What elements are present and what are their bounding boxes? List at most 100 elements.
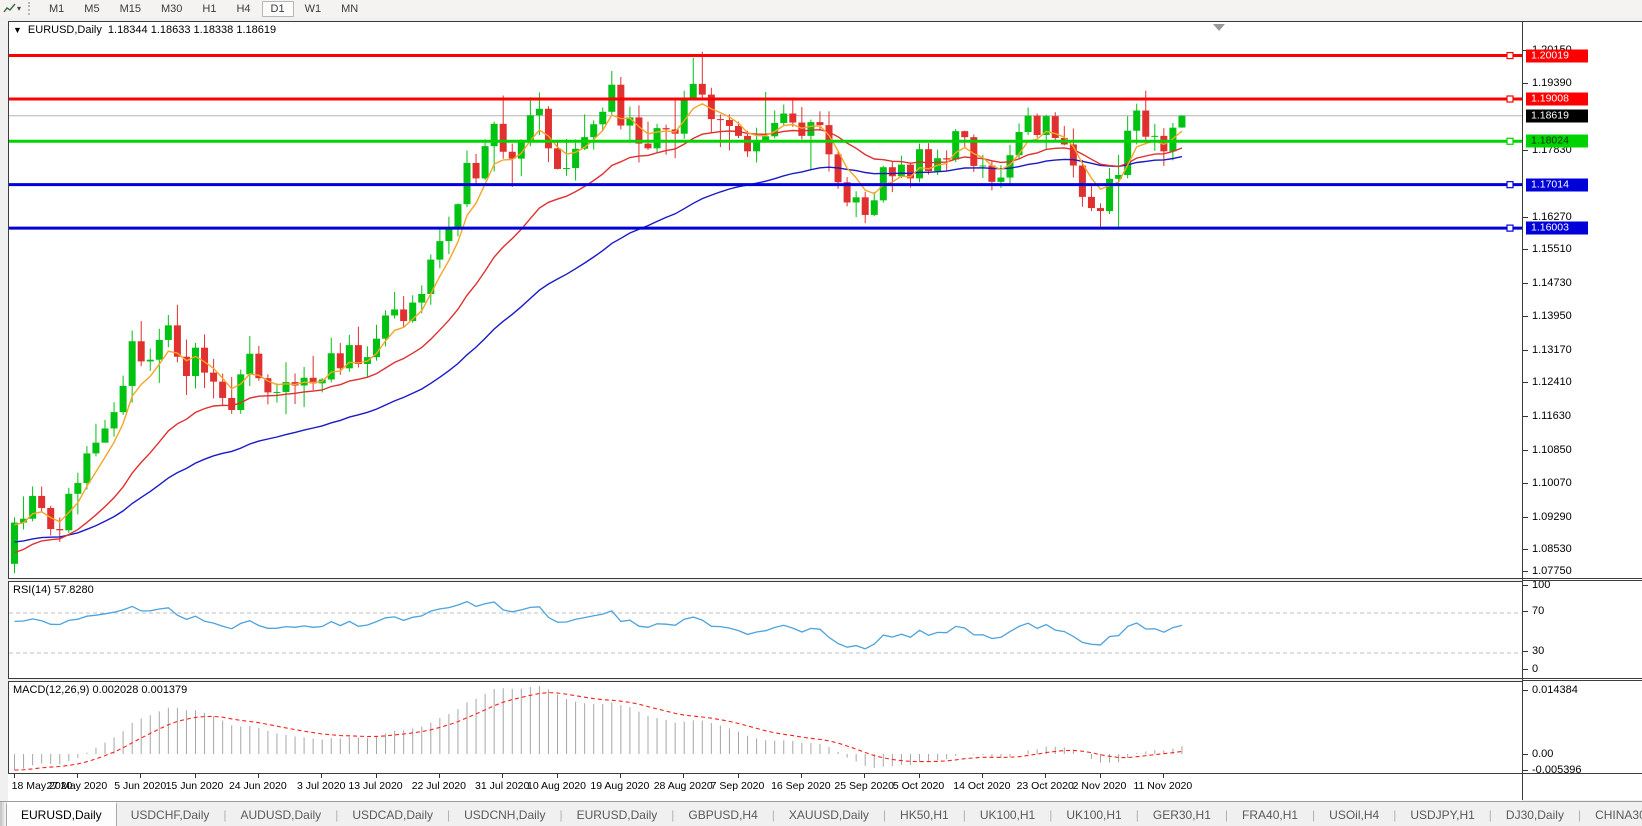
rsi-axis-label: 70 [1532,605,1544,617]
chart-tab-uk100-h1[interactable]: UK100,H1 [1052,802,1135,826]
chart-tab-uk100-h1[interactable]: UK100,H1 [966,802,1049,826]
price-tick [1523,450,1528,451]
timeframe-button-m30[interactable]: M30 [152,1,191,17]
price-tick-label: 1.07750 [1532,565,1572,577]
timeframe-button-m15[interactable]: M15 [111,1,150,17]
date-label: 28 Aug 2020 [654,780,713,792]
date-label: 2 Nov 2020 [1073,780,1127,792]
date-label: 27 May 2020 [46,780,107,792]
date-tick [683,774,684,778]
plot-column: ▼ EURUSD,Daily 1.18344 1.18633 1.18338 1… [8,21,1522,801]
price-tick-label: 1.19390 [1532,77,1572,89]
date-label: 22 Jul 2020 [412,780,466,792]
rsi-pane-canvas[interactable] [9,582,1523,678]
toolbar-grip[interactable] [28,2,35,15]
price-tick [1523,416,1528,417]
date-label: 19 Aug 2020 [590,780,649,792]
date-tick [502,774,503,778]
price-tick-label: 1.13170 [1532,344,1572,356]
timeframe-button-w1[interactable]: W1 [296,1,331,17]
rsi-pane[interactable]: RSI(14) 57.8280 [8,581,1522,679]
timeframe-button-m1[interactable]: M1 [40,1,73,17]
symbol-dropdown-icon[interactable]: ▼ [13,25,22,35]
date-tick [801,774,802,778]
level-price-badge: 1.20019 [1526,49,1588,62]
level-price-badge: 1.18024 [1526,135,1588,148]
price-tick-label: 1.08530 [1532,543,1572,555]
price-tick-label: 1.09290 [1532,511,1572,523]
timeframe-button-d1[interactable]: D1 [262,1,294,17]
chart-tab-audusd-daily[interactable]: AUDUSD,Daily [227,802,336,826]
chart-tab-china300-h1[interactable]: CHINA300,H1 [1581,802,1642,826]
chart-tab-xauusd-daily[interactable]: XAUUSD,Daily [775,802,883,826]
chart-tab-usdchf-daily[interactable]: USDCHF,Daily [117,802,224,826]
price-tick [1523,517,1528,518]
date-label: 5 Oct 2020 [893,780,944,792]
date-tick [557,774,558,778]
timeframe-toolbar: ▾ M1M5M15M30H1H4D1W1MN [0,0,1642,18]
price-tick [1523,549,1528,550]
price-axis[interactable]: 1.201501.193901.178301.162701.155101.147… [1522,21,1642,800]
pane-divider [1523,578,1642,579]
chart-tab-usoil-h4[interactable]: USOil,H4 [1315,802,1393,826]
hline-handle[interactable] [1507,138,1513,144]
chart-tab-usdcnh-daily[interactable]: USDCNH,Daily [450,802,559,826]
date-tick [195,774,196,778]
date-label: 11 Nov 2020 [1133,780,1192,792]
timeframe-button-h4[interactable]: H4 [227,1,259,17]
candlestick-glyph-icon [3,3,16,14]
macd-pane-canvas[interactable] [9,682,1523,773]
chart-tab-eurusd-daily[interactable]: EURUSD,Daily [6,802,117,826]
price-tick-label: 1.15510 [1532,243,1572,255]
tabbar-grip [0,802,4,826]
hline-handle[interactable] [1507,53,1513,59]
rsi-axis-label: 0 [1532,663,1538,675]
timeframe-button-mn[interactable]: MN [332,1,367,17]
chart-tab-fra40-h1[interactable]: FRA40,H1 [1228,802,1312,826]
price-tick-label: 1.11630 [1532,410,1571,422]
date-label: 10 Aug 2020 [527,780,586,792]
price-tick [1523,217,1528,218]
price-tick-label: 1.13950 [1532,310,1572,322]
price-pane[interactable]: ▼ EURUSD,Daily 1.18344 1.18633 1.18338 1… [8,21,1522,579]
symbol-label: EURUSD,Daily [28,24,102,36]
date-tick [321,774,322,778]
timeframe-button-m5[interactable]: M5 [75,1,108,17]
chart-tab-usdjpy-h1[interactable]: USDJPY,H1 [1396,802,1488,826]
hline-handle[interactable] [1507,96,1513,102]
price-tick [1523,83,1528,84]
date-tick [140,774,141,778]
date-tick [77,774,78,778]
chart-tab-ger30-h1[interactable]: GER30,H1 [1139,802,1225,826]
date-label: 14 Oct 2020 [953,780,1010,792]
chart-tab-gbpusd-h4[interactable]: GBPUSD,H4 [674,802,771,826]
chart-type-icon[interactable]: ▾ [0,1,24,16]
date-tick [1045,774,1046,778]
hline-handle[interactable] [1507,182,1513,188]
timeframe-buttons: M1M5M15M30H1H4D1W1MN [39,1,368,17]
price-tick [1523,283,1528,284]
date-label: 31 Jul 2020 [475,780,529,792]
price-tick [1523,150,1528,151]
chart-tab-eurusd-daily[interactable]: EURUSD,Daily [563,802,672,826]
date-axis[interactable]: 18 May 202027 May 20205 Jun 202015 Jun 2… [8,774,1522,801]
chevron-down-icon[interactable]: ▾ [17,4,21,13]
hline-handle[interactable] [1507,225,1513,231]
price-pane-canvas[interactable] [9,22,1523,578]
date-tick [439,774,440,778]
date-tick [258,774,259,778]
macd-axis-label: -0.005396 [1532,764,1582,776]
timeframe-button-h1[interactable]: H1 [193,1,225,17]
date-label: 25 Sep 2020 [834,780,894,792]
price-tick [1523,249,1528,250]
rsi-axis-label: 30 [1532,645,1544,657]
date-tick [919,774,920,778]
date-tick [376,774,377,778]
ohlc-readout: 1.18344 1.18633 1.18338 1.18619 [108,24,276,36]
chart-tab-dj30-daily[interactable]: DJ30,Daily [1492,802,1578,826]
shift-marker-icon [1213,24,1225,31]
pane-divider [1523,580,1642,581]
chart-tab-hk50-h1[interactable]: HK50,H1 [886,802,963,826]
macd-pane[interactable]: MACD(12,26,9) 0.002028 0.001379 [8,681,1522,774]
chart-tab-usdcad-daily[interactable]: USDCAD,Daily [338,802,447,826]
